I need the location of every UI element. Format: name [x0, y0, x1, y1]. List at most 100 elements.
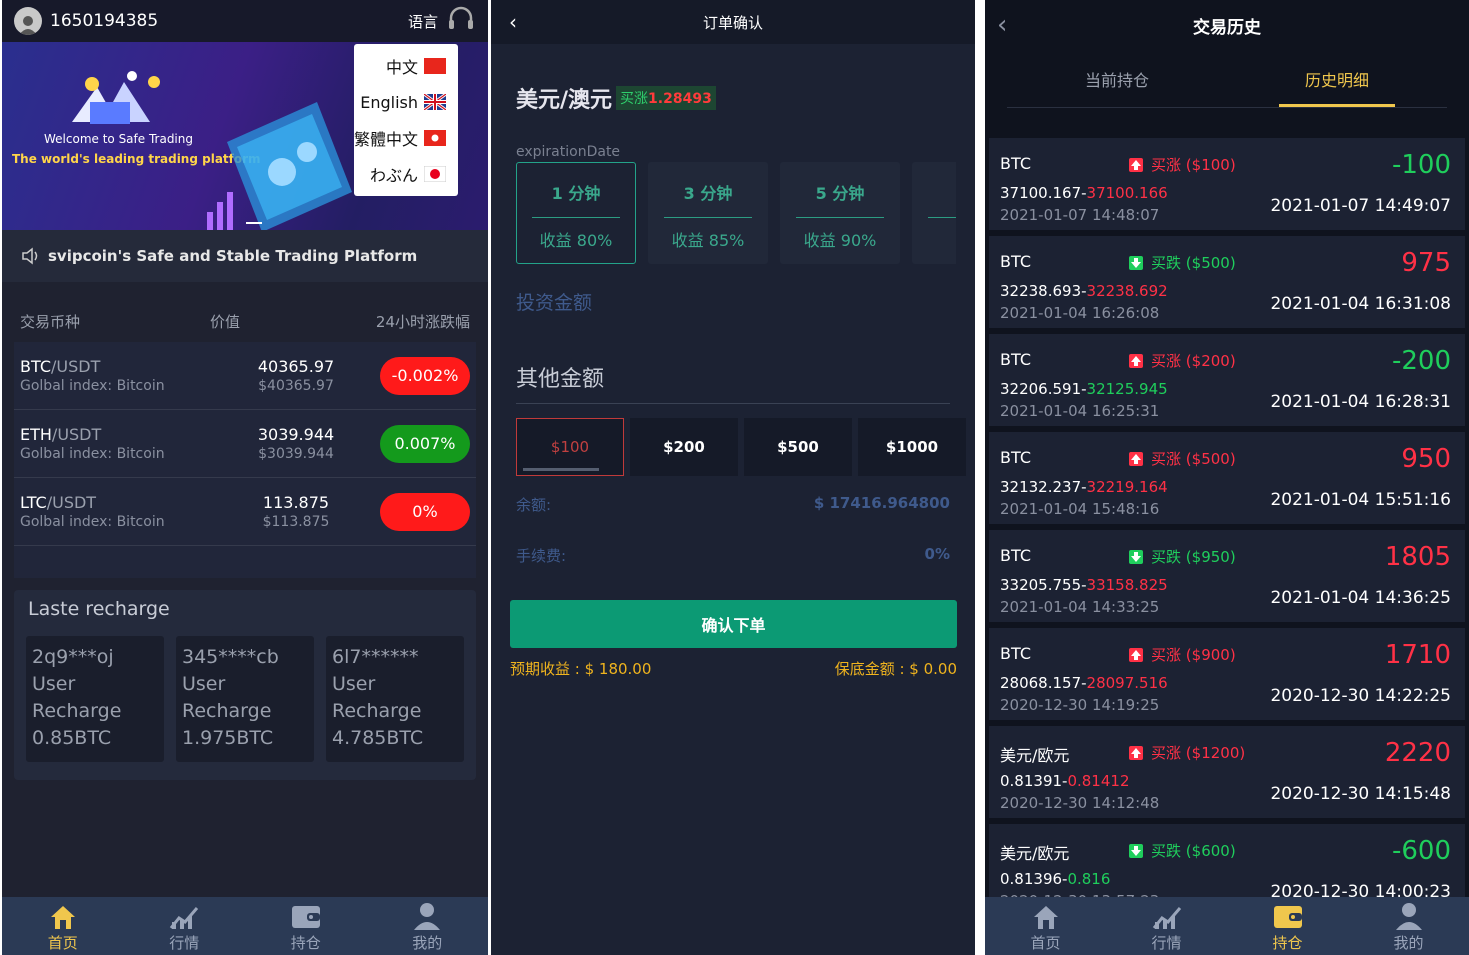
arrow-down-icon [1129, 255, 1143, 270]
expiration-option[interactable]: 5 分钟 收益 90% [780, 162, 900, 264]
recharge-section: Laste recharge 2q9***oj User Recharge 0.85B… [14, 590, 476, 780]
wallet-icon [1273, 906, 1302, 928]
guarantee-amount: 保底金额 : $ 0.00 [834, 660, 957, 678]
trade-open-time: 2021-01-04 16:25:31 [1000, 402, 1160, 420]
home-screen: 1650194385 语言 Welcome to Safe Trading Th… [2, 0, 488, 955]
tab-home[interactable]: 首页 [985, 897, 1106, 955]
history-row[interactable]: BTC 买跌 ($500) 32238.693-32238.692 2021-01-0… [989, 236, 1465, 328]
tab-market[interactable]: 行情 [1106, 897, 1227, 955]
arrow-up-icon [1129, 451, 1143, 466]
back-arrow-icon[interactable]: ‹ [509, 10, 517, 34]
pair-line: 美元/澳元 买涨1.28493 [516, 82, 975, 114]
other-amount-label[interactable]: 其他金额 [516, 361, 950, 404]
tab-home[interactable]: 首页 [2, 897, 124, 955]
trade-open-time: 2021-01-04 16:26:08 [1000, 304, 1160, 322]
history-row[interactable]: BTC 买涨 ($200) 32206.591-32125.945 2021-01-0… [989, 334, 1465, 426]
arrow-up-icon [1129, 157, 1143, 172]
amount-option[interactable]: $1000 [858, 418, 966, 476]
pair-quote: /USDT [46, 493, 97, 512]
col-header-symbol: 交易币种 [20, 313, 81, 331]
invest-amount-label[interactable]: 投资金额 [516, 288, 975, 315]
home-icon [50, 906, 75, 929]
expected-profit: 预期收益 : $ 180.00 [510, 660, 652, 678]
tab-history-details[interactable]: 历史明细 [1227, 50, 1447, 107]
trade-prices: 32132.237-32219.164 [1000, 478, 1168, 496]
trade-pnl: -100 [1391, 150, 1451, 180]
arrow-up-icon [1129, 353, 1143, 368]
trade-symbol: BTC [1000, 644, 1031, 663]
avatar[interactable] [14, 7, 42, 35]
speaker-icon [22, 247, 38, 265]
language-option-en[interactable]: English [354, 84, 458, 120]
table-row[interactable]: LTC/USDT Golbal index: Bitcoin 113.875 $11… [14, 478, 476, 546]
order-confirm-screen: ‹ 订单确认 美元/澳元 买涨1.28493 expirationDate 1 … [491, 0, 975, 955]
expiration-option[interactable]: 1 分钟 收益 80% [516, 162, 636, 264]
expiration-option[interactable]: 3 分钟 收益 85% [648, 162, 768, 264]
history-row[interactable]: BTC 买涨 ($100) 37100.167-37100.166 2021-01-0… [989, 138, 1465, 230]
chart-icon [170, 907, 199, 929]
pair-name: 美元/澳元 [516, 88, 613, 113]
history-row[interactable]: BTC 买涨 ($900) 28068.157-28097.516 2020-12-3… [989, 628, 1465, 720]
recharge-card: 345****cb User Recharge 1.975BTC [176, 636, 314, 762]
headset-icon[interactable] [446, 4, 476, 38]
tab-market[interactable]: 行情 [124, 897, 246, 955]
trade-close-time: 2021-01-04 15:51:16 [1270, 490, 1451, 510]
trade-prices: 28068.157-28097.516 [1000, 674, 1168, 692]
history-row[interactable]: BTC 买跌 ($950) 33205.755-33158.825 2021-01-0… [989, 530, 1465, 622]
trade-direction: 买跌 ($500) [1129, 252, 1236, 273]
expiration-label: expirationDate [516, 144, 621, 160]
language-option-zh-hant[interactable]: 繁體中文 [354, 120, 458, 156]
expiration-option[interactable]: 10收益 [912, 162, 956, 264]
header: ‹ 订单确认 [491, 0, 975, 44]
tab-positions[interactable]: 持仓 [1227, 897, 1348, 955]
banner-indicator[interactable] [246, 222, 262, 224]
user-icon [1395, 903, 1422, 930]
japan-flag-icon [424, 166, 446, 182]
trade-history-screen: ‹ 交易历史 当前持仓 历史明细 BTC 买涨 ($100) 37100.167-3… [985, 0, 1469, 955]
table-row[interactable]: ETH/USDT Golbal index: Bitcoin 3039.944 $3… [14, 410, 476, 478]
amount-option[interactable]: $100 [516, 418, 624, 476]
history-tabs: 当前持仓 历史明细 [1007, 50, 1447, 108]
banner-illustration-icon [72, 71, 160, 124]
tab-positions[interactable]: 持仓 [245, 897, 367, 955]
price-usd: $113.875 [262, 514, 330, 530]
notice-text: svipcoin's Safe and Stable Trading Platf… [48, 247, 418, 265]
tab-profile[interactable]: 我的 [367, 897, 489, 955]
notice-bar[interactable]: svipcoin's Safe and Stable Trading Platf… [2, 230, 488, 282]
trade-pnl: 2220 [1384, 738, 1451, 768]
confirm-order-button[interactable]: 确认下单 [510, 600, 957, 648]
history-row[interactable]: 美元/欧元 买涨 ($1200) 0.81391-0.81412 2020-12-30… [989, 726, 1465, 818]
table-row[interactable]: BTC/USDT Golbal index: Bitcoin 40365.97 $4… [14, 342, 476, 410]
language-option-zh[interactable]: 中文 [354, 48, 458, 84]
trade-direction: 买跌 ($950) [1129, 546, 1236, 567]
balance-row: 余额: $ 17416.964800 [516, 494, 950, 515]
trade-prices: 33205.755-33158.825 [1000, 576, 1168, 594]
market-table: BTC/USDT Golbal index: Bitcoin 40365.97 $4… [14, 342, 476, 578]
price-value: 3039.944 [257, 425, 335, 444]
back-arrow-icon[interactable]: ‹ [997, 10, 1007, 40]
bottom-tab-bar: 首页 行情 持仓 我的 [2, 897, 488, 955]
trade-open-time: 2021-01-07 14:48:07 [1000, 206, 1160, 224]
trade-open-time: 2021-01-04 15:48:16 [1000, 500, 1160, 518]
recharge-title: Laste recharge [28, 598, 170, 620]
price-value: 40365.97 [257, 357, 335, 376]
tab-current-positions[interactable]: 当前持仓 [1007, 50, 1227, 107]
price-usd: $3039.944 [258, 446, 334, 462]
fee-label: 手续费: [516, 547, 567, 565]
tab-profile[interactable]: 我的 [1348, 897, 1469, 955]
arrow-down-icon [1129, 843, 1143, 858]
trade-open-time: 2020-12-30 14:12:48 [1000, 794, 1160, 812]
history-row[interactable]: BTC 买涨 ($500) 32132.237-32219.164 2021-01-0… [989, 432, 1465, 524]
language-option-jp[interactable]: わぶん [354, 156, 458, 192]
banner-welcome: Welcome to Safe Trading [44, 132, 193, 146]
language-button[interactable]: 语言 [408, 11, 438, 32]
arrow-up-icon [1129, 745, 1143, 760]
amount-option[interactable]: $500 [744, 418, 852, 476]
trade-open-time: 2020-12-30 14:19:25 [1000, 696, 1160, 714]
trade-direction: 买涨 ($1200) [1129, 742, 1245, 763]
amount-option[interactable]: $200 [630, 418, 738, 476]
trade-pnl: -600 [1391, 836, 1451, 866]
change-badge: 0.007% [380, 424, 470, 463]
amount-options: $100 $200 $500 $1000 [516, 418, 975, 476]
recharge-card: 2q9***oj User Recharge 0.85BTC [26, 636, 164, 762]
